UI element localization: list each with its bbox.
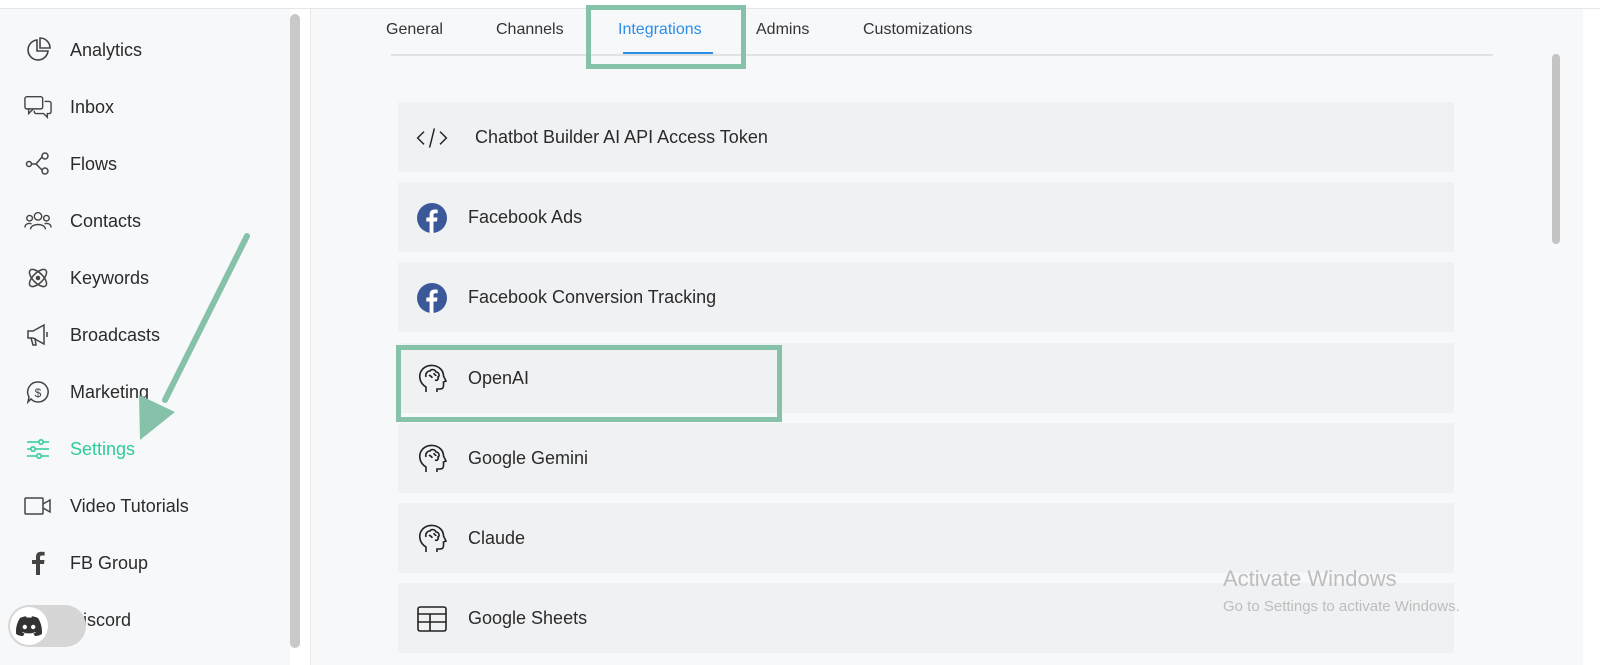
tab-channels[interactable]: Channels xyxy=(496,21,564,39)
integration-google-gemini[interactable]: Google Gemini xyxy=(398,423,1454,493)
sidebar-item-label: Flows xyxy=(70,153,118,174)
windows-activation-watermark: Activate Windows Go to Settings to activ… xyxy=(1223,566,1460,615)
sidebar-item-label: Broadcasts xyxy=(70,324,161,345)
people-icon xyxy=(24,207,52,235)
integration-label: Chatbot Builder AI API Access Token xyxy=(475,127,768,147)
facebook-icon xyxy=(416,202,448,234)
atom-icon xyxy=(24,264,52,292)
sidebar-item-analytics[interactable]: Analytics xyxy=(0,25,290,75)
integration-facebook-conversion-tracking[interactable]: Facebook Conversion Tracking xyxy=(398,262,1454,332)
table-icon xyxy=(416,603,448,635)
main-scrollbar[interactable] xyxy=(1552,54,1560,244)
sidebar-item-label: Settings xyxy=(70,438,136,459)
sidebar: Analytics Inbox Flows Contacts Keywords … xyxy=(0,9,290,665)
integration-label: Claude xyxy=(468,528,526,548)
sidebar-item-label: Inbox xyxy=(70,96,115,117)
sidebar-item-contacts[interactable]: Contacts xyxy=(0,196,290,246)
sidebar-item-inbox[interactable]: Inbox xyxy=(0,82,290,132)
integration-label: Facebook Conversion Tracking xyxy=(468,287,717,307)
integration-facebook-ads[interactable]: Facebook Ads xyxy=(398,182,1454,252)
svg-text:$: $ xyxy=(35,386,42,400)
code-icon xyxy=(416,122,448,154)
sliders-icon xyxy=(24,435,52,463)
video-camera-icon xyxy=(24,492,52,520)
integration-api-access-token[interactable]: Chatbot Builder AI API Access Token xyxy=(398,102,1454,172)
settings-tabs: General Channels Integrations Admins Cus… xyxy=(386,9,1493,56)
discord-toggle[interactable] xyxy=(8,605,86,647)
integration-claude[interactable]: Claude xyxy=(398,503,1454,573)
facebook-f-icon xyxy=(24,549,52,577)
sidebar-scrollbar[interactable] xyxy=(290,14,300,648)
flow-nodes-icon xyxy=(24,150,52,178)
facebook-icon xyxy=(416,282,448,314)
sidebar-item-settings[interactable]: Settings xyxy=(0,424,290,474)
sidebar-item-label: Marketing xyxy=(70,381,150,402)
pie-chart-icon xyxy=(24,36,52,64)
sidebar-item-label: FB Group xyxy=(70,552,149,573)
integration-label: Google Sheets xyxy=(468,608,588,628)
tab-general[interactable]: General xyxy=(386,21,443,39)
tab-customizations[interactable]: Customizations xyxy=(863,21,972,39)
brain-head-icon xyxy=(416,443,448,475)
sidebar-item-fb-group[interactable]: FB Group xyxy=(0,538,290,588)
integration-label: Google Gemini xyxy=(468,448,589,468)
dollar-bubble-icon: $ xyxy=(24,378,52,406)
sidebar-item-marketing[interactable]: $ Marketing xyxy=(0,367,290,417)
integrations-tab-annotation xyxy=(586,5,746,69)
sidebar-item-label: Analytics xyxy=(70,39,143,60)
sidebar-item-label: Video Tutorials xyxy=(70,495,189,516)
tab-admins[interactable]: Admins xyxy=(756,21,809,39)
integration-label: Facebook Ads xyxy=(468,207,583,227)
sidebar-item-flows[interactable]: Flows xyxy=(0,139,290,189)
chat-bubbles-icon xyxy=(24,93,52,121)
top-border xyxy=(0,0,1600,9)
sidebar-item-broadcasts[interactable]: Broadcasts xyxy=(0,310,290,360)
watermark-title: Activate Windows xyxy=(1223,566,1397,591)
sidebar-item-label: Keywords xyxy=(70,267,150,288)
megaphone-icon xyxy=(24,321,52,349)
watermark-subtitle: Go to Settings to activate Windows. xyxy=(1223,598,1460,615)
brain-head-icon xyxy=(416,523,448,555)
discord-icon xyxy=(10,607,48,645)
sidebar-item-video-tutorials[interactable]: Video Tutorials xyxy=(0,481,290,531)
sidebar-item-keywords[interactable]: Keywords xyxy=(0,253,290,303)
openai-annotation xyxy=(396,345,782,422)
sidebar-item-label: Contacts xyxy=(70,210,142,231)
